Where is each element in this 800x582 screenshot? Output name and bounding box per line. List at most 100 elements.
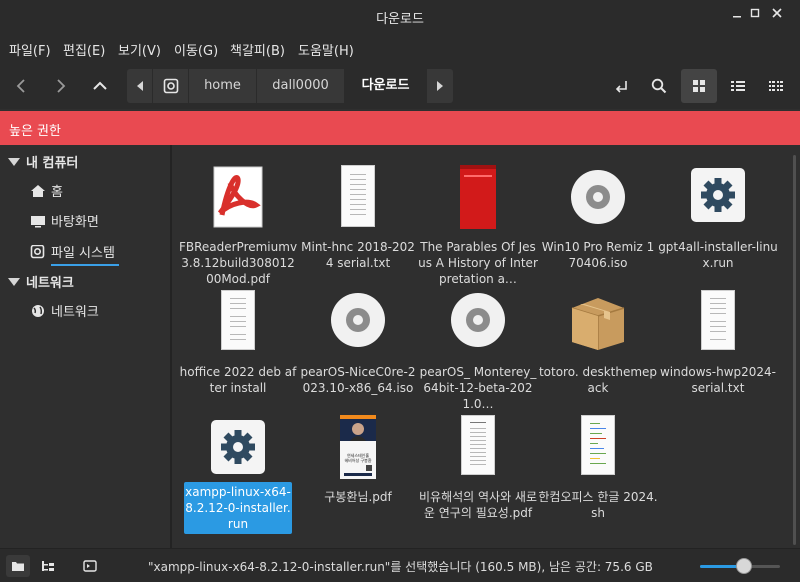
show-places-button[interactable] (6, 555, 30, 577)
file-item[interactable]: FBReaderPremiumv3.8.12build30801200Mod.p… (178, 165, 298, 286)
file-item-selected[interactable]: xampp-linux-x64-8.2.12-0-installer.run (178, 420, 298, 540)
chevron-up-icon (93, 81, 107, 90)
sidebar-section-my-computer[interactable]: 내 컴퓨터 (8, 152, 78, 171)
file-name: 한컴오피스 한글 2024.sh (538, 490, 658, 520)
file-item[interactable]: The Parables Of Jesus A History of Inter… (418, 165, 538, 286)
sidebar-item-label: 홈 (51, 185, 63, 200)
search-button[interactable] (641, 69, 677, 103)
file-item[interactable]: 연세스테인홀 헤비어성 구봉환 구봉환님.pdf (298, 415, 418, 535)
file-name: hoffice 2022 deb after install (179, 365, 297, 395)
menu-help[interactable]: 도움말(H) (298, 40, 354, 59)
file-name: 구봉환님.pdf (324, 490, 392, 504)
file-name: pearOS_ Monterey_64bit-12-beta-2021.0… (419, 365, 537, 411)
sidebar-section-label: 네트워크 (26, 276, 74, 291)
list-view-icon (731, 81, 745, 91)
file-item[interactable]: windows-hwp2024-serial.txt (658, 290, 778, 410)
menu-file[interactable]: 파일(F) (9, 40, 51, 59)
breadcrumb-scroll-right[interactable] (427, 69, 453, 103)
file-item[interactable]: Mint-hnc 2018-2024 serial.txt (298, 165, 418, 285)
drive-icon (163, 78, 178, 94)
folder-icon (12, 562, 24, 571)
sidebar-item-network[interactable]: 네트워크 (30, 301, 99, 320)
close-icon[interactable] (765, 5, 789, 27)
compact-view-button[interactable] (758, 69, 794, 103)
file-item[interactable]: 한컴오피스 한글 2024.sh (538, 415, 658, 535)
file-item[interactable]: pearOS_ Monterey_64bit-12-beta-2021.0… (418, 290, 538, 411)
menu-go[interactable]: 이동(G) (174, 40, 218, 59)
sidebar-item-home[interactable]: 홈 (30, 181, 63, 200)
file-item[interactable]: gpt4all-installer-linux.run (658, 165, 778, 285)
file-item[interactable]: Win10 Pro Remiz 170406.iso (538, 165, 658, 285)
text-document-icon (208, 290, 268, 354)
sidebar-item-label: 네트워크 (51, 305, 99, 320)
list-view-button[interactable] (720, 69, 756, 103)
toggle-location-button[interactable] (604, 69, 640, 103)
file-name: windows-hwp2024-serial.txt (659, 365, 776, 395)
file-grid: FBReaderPremiumv3.8.12build30801200Mod.p… (172, 145, 800, 548)
show-tree-button[interactable] (36, 555, 60, 577)
file-name: The Parables Of Jesus A History of Inter… (418, 240, 538, 286)
elevated-privileges-banner: 높은 권한 (0, 111, 800, 145)
status-bar: "xampp-linux-x64-8.2.12-0-installer.run"… (0, 548, 800, 582)
tree-icon (42, 561, 54, 571)
breadcrumb: home dall0000 다운로드 (127, 69, 453, 103)
breadcrumb-current[interactable]: 다운로드 (345, 69, 427, 103)
sidebar-item-label: 바탕화면 (51, 215, 99, 230)
search-icon (651, 78, 667, 94)
back-button[interactable] (7, 71, 37, 101)
disc-icon (448, 290, 508, 354)
file-item[interactable]: totoro. deskthemepack (538, 290, 658, 410)
text-document-icon (448, 415, 508, 479)
sidebar: 내 컴퓨터 홈 바탕화면 파일 시스템 네트워크 네트워크 (0, 145, 170, 548)
menu-view[interactable]: 보기(V) (118, 40, 161, 59)
banner-text: 높은 권한 (9, 124, 61, 139)
chevron-left-icon (16, 79, 25, 93)
disc-icon (328, 290, 388, 354)
drive-icon (30, 244, 46, 259)
zoom-slider[interactable] (700, 558, 780, 574)
enter-arrow-icon (615, 81, 627, 93)
text-document-icon (688, 290, 748, 354)
file-name: gpt4all-installer-linux.run (658, 240, 778, 270)
sidebar-item-label: 파일 시스템 (51, 246, 115, 261)
arrow-left-icon (136, 81, 143, 91)
compact-view-icon (769, 81, 783, 91)
sidebar-item-desktop[interactable]: 바탕화면 (30, 211, 99, 230)
menu-bookmarks[interactable]: 책갈피(B) (230, 40, 285, 59)
gear-icon (208, 420, 268, 484)
toolbar: home dall0000 다운로드 (0, 63, 800, 109)
scrollbar[interactable] (793, 155, 796, 545)
file-name: Mint-hnc 2018-2024 serial.txt (301, 240, 415, 270)
breadcrumb-user[interactable]: dall0000 (257, 69, 345, 103)
filesystem-usage-bar (51, 264, 119, 266)
breadcrumb-home[interactable]: home (189, 69, 257, 103)
poster-caption-line: 헤비어성 구봉환 (344, 458, 372, 463)
zoom-slider-handle[interactable] (736, 558, 752, 574)
sidebar-item-filesystem[interactable]: 파일 시스템 (30, 242, 115, 261)
script-document-icon (568, 415, 628, 479)
up-button[interactable] (85, 71, 115, 101)
menu-edit[interactable]: 편집(E) (63, 40, 105, 59)
expander-icon (8, 158, 20, 166)
pdf-icon (208, 165, 268, 229)
grid-view-icon (693, 80, 705, 92)
package-icon (568, 290, 628, 354)
file-name: totoro. deskthemepack (538, 365, 658, 395)
file-item[interactable]: 비유해석의 역사와 새로운 연구의 필요성.pdf (418, 415, 538, 545)
sidebar-toggle-icon (83, 560, 97, 572)
title-bar: 다운로드 (0, 0, 800, 33)
menu-bar: 파일(F) 편집(E) 보기(V) 이동(G) 책갈피(B) 도움말(H) (0, 33, 800, 63)
icon-view-button[interactable] (681, 69, 717, 103)
forward-button[interactable] (45, 71, 75, 101)
gear-icon (688, 165, 748, 229)
window-title: 다운로드 (376, 12, 424, 27)
sidebar-section-network[interactable]: 네트워크 (8, 272, 74, 291)
file-item[interactable]: hoffice 2022 deb after install (178, 290, 298, 410)
maximize-icon[interactable] (743, 5, 767, 27)
arrow-right-icon (437, 81, 443, 91)
breadcrumb-root[interactable] (153, 69, 189, 103)
toggle-sidebar-button[interactable] (78, 555, 102, 577)
breadcrumb-scroll-left[interactable] (127, 69, 153, 103)
file-item[interactable]: pearOS-NiceC0re-2023.10-x86_64.iso (298, 290, 418, 410)
file-name: FBReaderPremiumv3.8.12build30801200Mod.p… (178, 240, 298, 286)
